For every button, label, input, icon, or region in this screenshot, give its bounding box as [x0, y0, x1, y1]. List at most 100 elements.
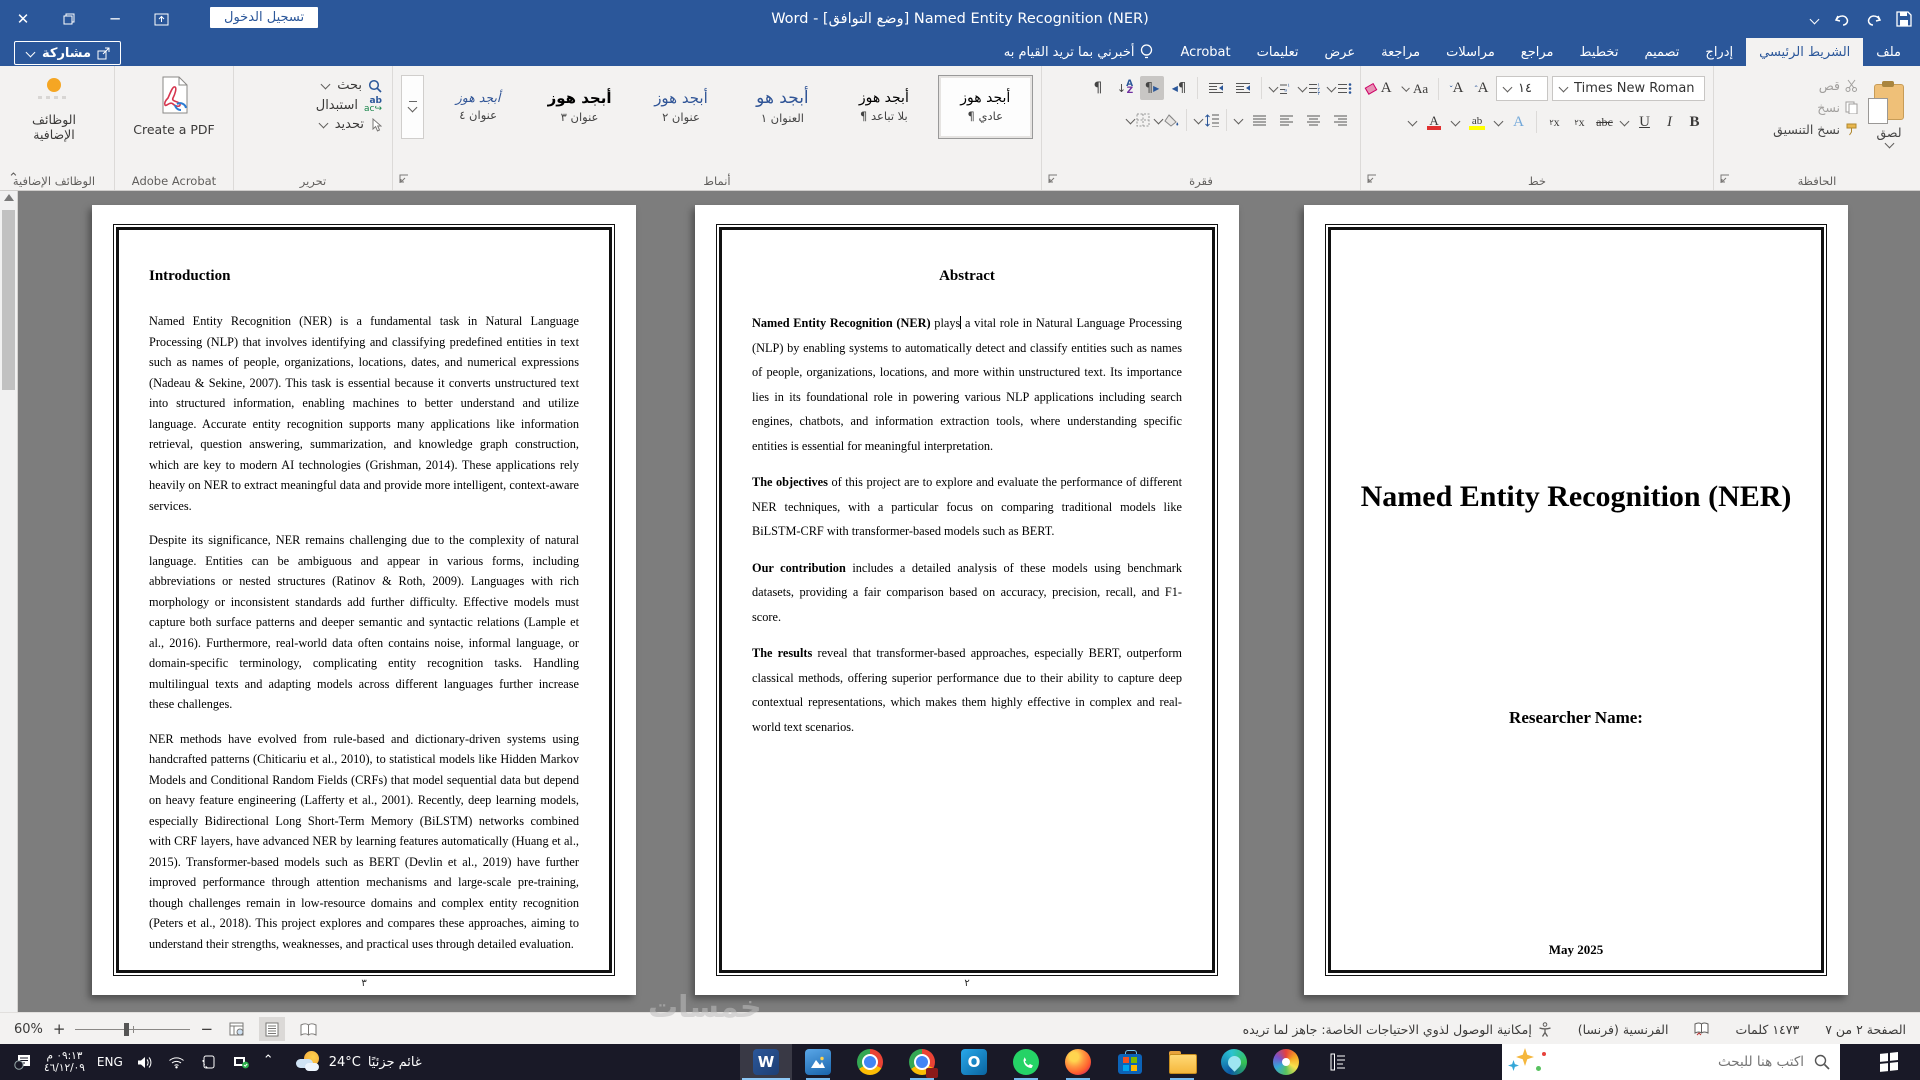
font-dialog-launcher[interactable] [1366, 174, 1377, 185]
shrink-font-button[interactable]: Aˇ [1446, 77, 1467, 100]
clear-formatting-button[interactable]: A [1364, 77, 1397, 101]
taskbar-chrome-profile-icon[interactable] [896, 1044, 948, 1080]
numbering-button[interactable]: ١٢٣ [1297, 76, 1323, 100]
vertical-scrollbar[interactable] [0, 190, 18, 1012]
minimize-window-button[interactable]: ─ [92, 0, 138, 38]
zoom-slider-thumb[interactable] [123, 1022, 129, 1036]
style-heading4[interactable]: أبجد هوز عنوان ٤ [430, 75, 525, 139]
tab-acrobat[interactable]: Acrobat [1167, 38, 1243, 66]
save-button[interactable] [1896, 11, 1912, 27]
taskbar-file-explorer-icon[interactable] [1156, 1044, 1208, 1080]
select-button[interactable]: تحديد [244, 117, 382, 132]
tab-insert[interactable]: إدراج [1692, 38, 1746, 66]
tab-file[interactable]: ملف [1863, 38, 1914, 66]
subscript-button[interactable]: x٢ [1569, 111, 1590, 134]
decrease-indent-button[interactable] [1231, 76, 1255, 100]
language-indicator[interactable]: الفرنسية (فرنسا) [1578, 1022, 1669, 1037]
borders-button[interactable] [1125, 108, 1150, 132]
restore-window-button[interactable] [46, 0, 92, 38]
page-indicator[interactable]: الصفحة ٢ من ٧ [1825, 1022, 1906, 1037]
zoom-in-button[interactable]: + [53, 1020, 66, 1038]
clipboard-dialog-launcher[interactable] [1719, 174, 1730, 185]
paste-button[interactable]: لصق [1858, 74, 1920, 158]
text-effects-button[interactable]: A [1508, 111, 1529, 134]
highlight-color-chevron[interactable] [1450, 116, 1461, 126]
paragraph-dialog-launcher[interactable] [1047, 174, 1058, 185]
sign-in-button[interactable]: تسجيل الدخول [210, 7, 319, 28]
tab-home[interactable]: الشريط الرئيسي [1746, 38, 1864, 66]
weather-widget[interactable]: 24°C غائم جزئيًا [286, 1050, 422, 1074]
rtl-text-direction-button[interactable]: ¶ ◀ [1167, 76, 1191, 100]
read-mode-view-button[interactable] [295, 1017, 321, 1041]
share-button[interactable]: مشاركة [14, 41, 122, 65]
format-painter-button[interactable]: نسخ التنسيق [1773, 122, 1858, 137]
ribbon-display-options-button[interactable] [138, 0, 184, 38]
font-color-button[interactable]: A [1422, 110, 1446, 134]
print-layout-view-button[interactable] [259, 1017, 286, 1041]
tab-references[interactable]: مراجع [1508, 38, 1567, 66]
change-case-button[interactable]: Aa [1400, 77, 1431, 101]
align-right-button[interactable] [1328, 108, 1352, 132]
tab-review[interactable]: مراجعة [1368, 38, 1433, 66]
taskbar-whatsapp-icon[interactable] [1000, 1044, 1052, 1080]
zoom-level[interactable]: 60% [14, 1022, 43, 1037]
security-status-icon[interactable] [231, 1044, 251, 1080]
styles-dialog-launcher[interactable] [398, 174, 409, 185]
style-heading3[interactable]: أبجد هوز عنوان ٣ [532, 75, 627, 139]
taskbar-firefox-icon[interactable] [1052, 1044, 1104, 1080]
volume-icon[interactable] [135, 1044, 155, 1080]
bullets-button[interactable] [1326, 76, 1352, 100]
style-heading1[interactable]: أبجد هو العنوان ١ [735, 75, 830, 139]
word-count[interactable]: ١٤٧٣ كلمات [1735, 1022, 1799, 1037]
taskbar-search-bar[interactable] [1502, 1044, 1840, 1080]
notification-center-icon[interactable] [12, 1044, 32, 1080]
tab-layout[interactable]: تخطيط [1567, 38, 1632, 66]
align-center-button[interactable] [1301, 108, 1325, 132]
input-language-indicator[interactable]: ENG [97, 1055, 123, 1069]
collapse-ribbon-button[interactable]: ⌃ [8, 171, 19, 186]
text-effects-chevron[interactable] [1493, 116, 1504, 126]
font-family-combobox[interactable]: Times New Roman [1552, 76, 1705, 101]
taskbar-notes-icon[interactable] [1312, 1044, 1364, 1080]
shading-button[interactable] [1153, 108, 1180, 132]
tell-me-box[interactable]: أخبرني بما تريد القيام به [990, 38, 1168, 66]
taskbar-photos-icon[interactable] [792, 1044, 844, 1080]
styles-gallery-more-button[interactable] [400, 75, 425, 139]
taskbar-chrome-icon[interactable] [844, 1044, 896, 1080]
create-pdf-button[interactable]: Create a PDF [115, 66, 233, 190]
scroll-up-arrow[interactable] [4, 194, 14, 201]
cut-button[interactable]: قص [1773, 78, 1858, 93]
zoom-slider[interactable] [75, 1022, 191, 1036]
show-hidden-icons-chevron[interactable]: ⌃ [263, 1053, 274, 1068]
style-no-spacing[interactable]: أبجد هوز بلا تباعد ¶ [836, 75, 931, 139]
page-introduction[interactable]: Introduction Named Entity Recognition (N… [92, 205, 636, 995]
taskbar-word-icon[interactable]: W [740, 1044, 792, 1080]
wifi-icon[interactable] [167, 1044, 187, 1080]
font-color-chevron[interactable] [1407, 116, 1418, 126]
tab-help[interactable]: تعليمات [1244, 38, 1312, 66]
copilot-sparkle-icon[interactable] [1502, 1044, 1556, 1080]
page-abstract[interactable]: Abstract Named Entity Recognition (NER) … [695, 205, 1239, 995]
proofing-status-icon[interactable] [1694, 1022, 1709, 1036]
replace-button[interactable]: ab ↪ac استبدال [244, 97, 382, 114]
web-layout-view-button[interactable] [223, 1017, 249, 1041]
undo-button[interactable] [1834, 12, 1851, 27]
style-normal[interactable]: أبجد هوز عادي ¶ [937, 75, 1033, 139]
tab-view[interactable]: عرض [1311, 38, 1368, 66]
tab-design[interactable]: تصميم [1631, 38, 1692, 66]
taskbar-outlook-icon[interactable]: O [948, 1044, 1000, 1080]
taskbar-edge-icon[interactable] [1208, 1044, 1260, 1080]
grow-font-button[interactable]: Aˆ [1471, 77, 1492, 100]
taskbar-search-input[interactable] [1602, 1053, 1806, 1071]
taskbar-pinwheel-app-icon[interactable] [1260, 1044, 1312, 1080]
sort-button[interactable]: A Z ↓ [1113, 76, 1137, 100]
zoom-out-button[interactable]: − [200, 1020, 213, 1038]
multilevel-list-button[interactable]: ١a [1268, 76, 1294, 100]
underline-button[interactable]: U [1634, 111, 1655, 134]
show-paragraph-marks-button[interactable]: ¶ [1086, 76, 1110, 100]
superscript-button[interactable]: x٢ [1544, 111, 1565, 134]
justify-options-chevron[interactable] [1233, 114, 1244, 124]
increase-indent-button[interactable] [1204, 76, 1228, 100]
taskbar-store-icon[interactable] [1104, 1044, 1156, 1080]
highlight-color-button[interactable]: ab [1465, 110, 1489, 134]
